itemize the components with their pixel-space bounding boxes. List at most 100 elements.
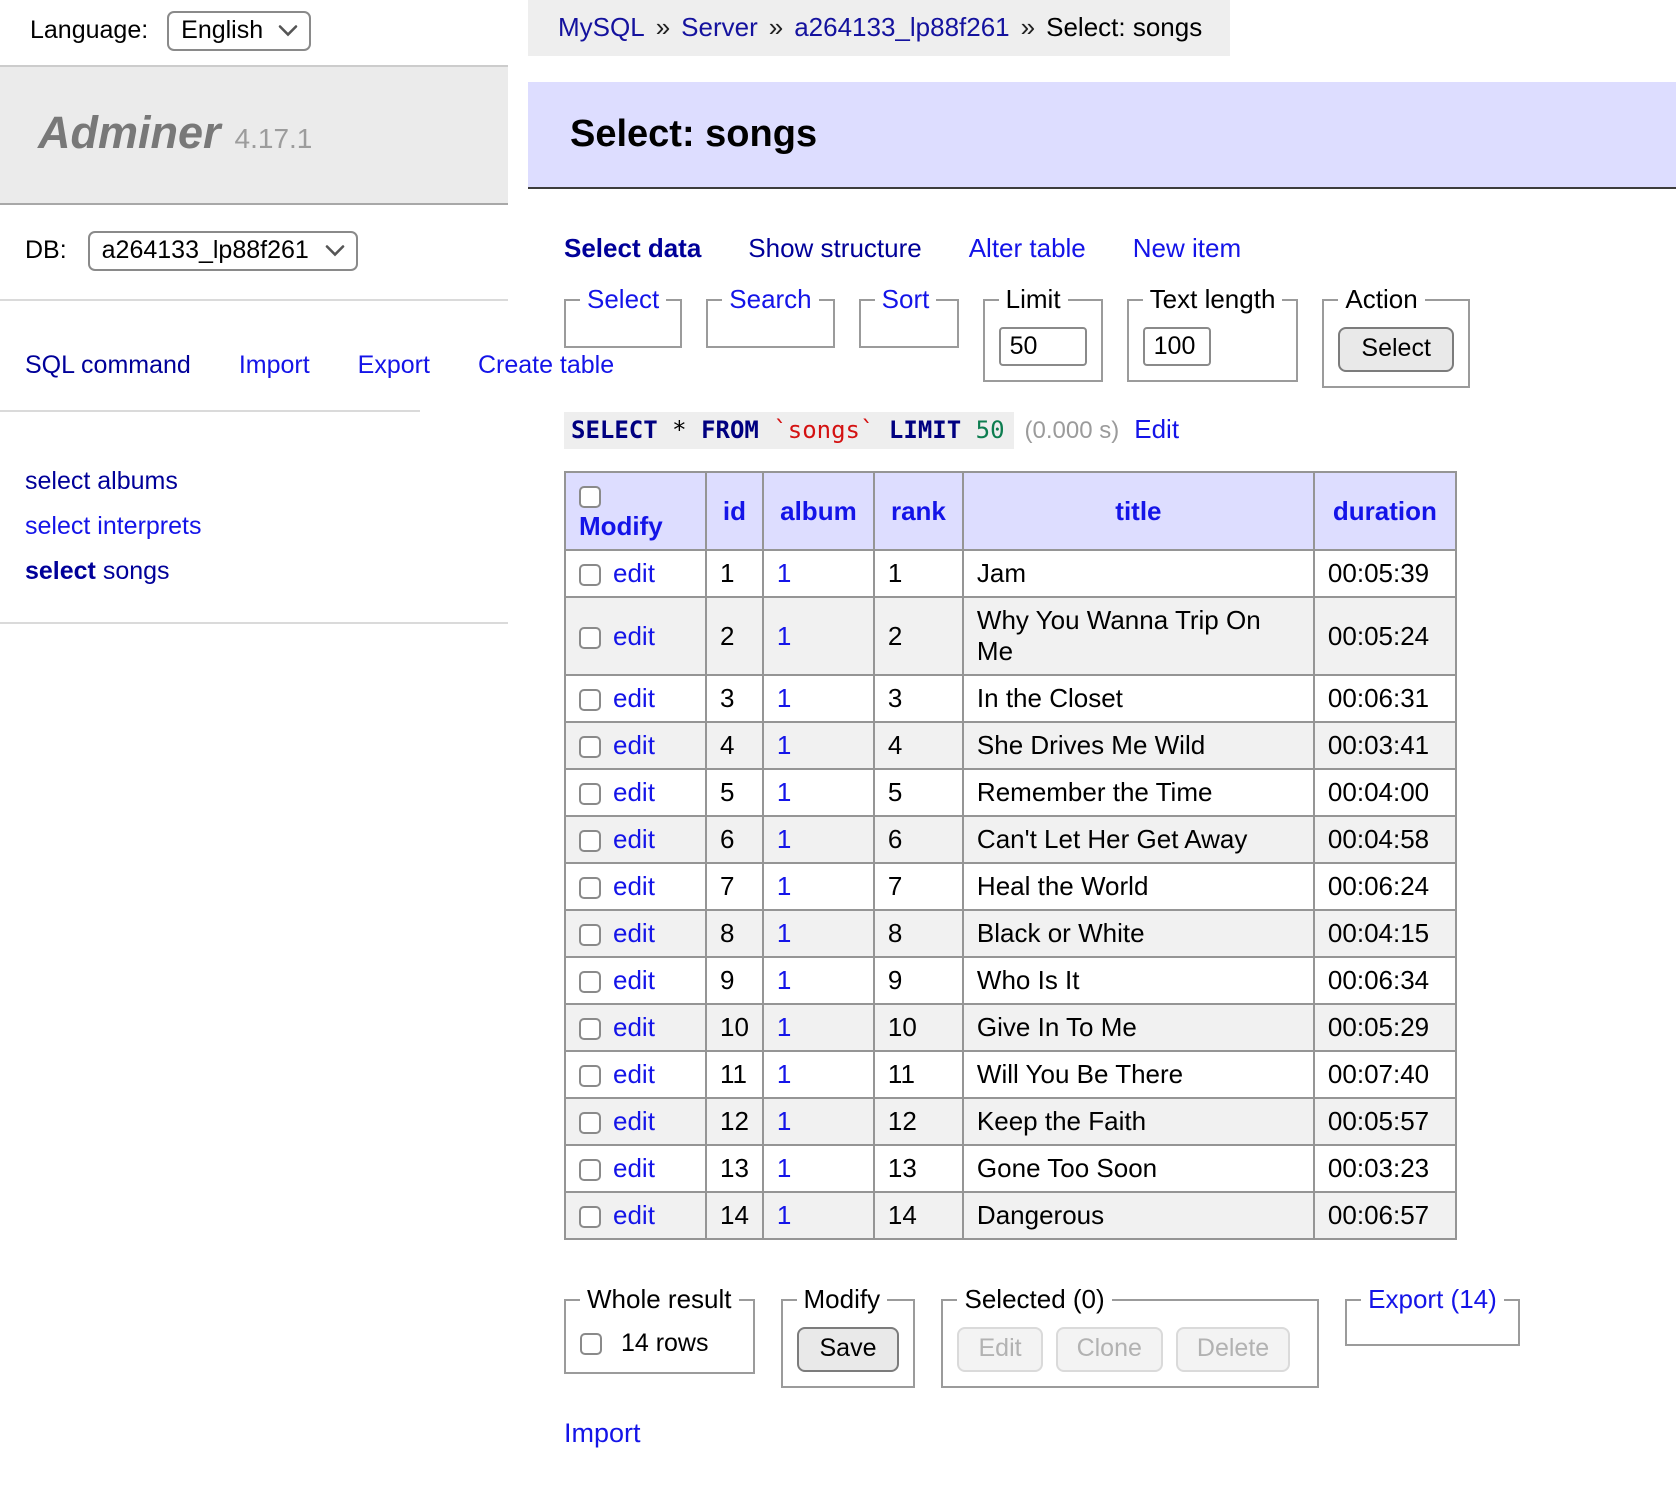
cell-title: Gone Too Soon <box>963 1145 1314 1192</box>
edit-row-link[interactable]: edit <box>613 730 655 760</box>
row-checkbox[interactable] <box>579 689 601 711</box>
save-button[interactable]: Save <box>797 1327 900 1372</box>
album-link[interactable]: 1 <box>777 777 791 807</box>
table-row: edit111Jam00:05:39 <box>565 550 1456 597</box>
row-checkbox[interactable] <box>579 564 601 586</box>
text-length-input[interactable] <box>1143 327 1211 366</box>
edit-row-link[interactable]: edit <box>613 1153 655 1183</box>
album-link[interactable]: 1 <box>777 1106 791 1136</box>
row-checkbox[interactable] <box>579 877 601 899</box>
select-submit-button[interactable]: Select <box>1338 327 1453 372</box>
modify-cell: edit <box>565 816 706 863</box>
cell-rank: 11 <box>874 1051 963 1098</box>
search-link[interactable]: Search <box>729 284 811 314</box>
row-checkbox[interactable] <box>579 1018 601 1040</box>
table-select-link-albums[interactable]: select <box>25 467 90 495</box>
edit-row-link[interactable]: edit <box>613 1106 655 1136</box>
album-link[interactable]: 1 <box>777 824 791 854</box>
album-link[interactable]: 1 <box>777 683 791 713</box>
table-name-link-interprets[interactable]: interprets <box>97 512 201 540</box>
table-select-link-songs[interactable]: select <box>25 557 96 585</box>
language-select[interactable]: English <box>167 11 311 51</box>
sort-by-id-link[interactable]: id <box>723 496 746 526</box>
cell-duration: 00:06:24 <box>1314 863 1456 910</box>
selected-clone-button[interactable]: Clone <box>1056 1327 1163 1372</box>
sort-by-album-link[interactable]: album <box>780 496 857 526</box>
limit-input[interactable] <box>999 327 1087 366</box>
row-checkbox[interactable] <box>579 924 601 946</box>
row-checkbox[interactable] <box>579 1159 601 1181</box>
edit-row-link[interactable]: edit <box>613 621 655 651</box>
cell-album: 1 <box>763 957 874 1004</box>
selected-edit-button[interactable]: Edit <box>957 1327 1042 1372</box>
edit-query-link[interactable]: Edit <box>1134 414 1179 444</box>
selected-delete-button[interactable]: Delete <box>1176 1327 1290 1372</box>
sort-by-title-link[interactable]: title <box>1115 496 1161 526</box>
modify-cell: edit <box>565 957 706 1004</box>
modify-header-cell: Modify <box>565 472 706 550</box>
cell-album: 1 <box>763 1145 874 1192</box>
edit-row-link[interactable]: edit <box>613 871 655 901</box>
select-all-checkbox[interactable] <box>579 486 601 508</box>
album-link[interactable]: 1 <box>777 1153 791 1183</box>
cell-id: 6 <box>706 816 763 863</box>
album-link[interactable]: 1 <box>777 730 791 760</box>
tab-show-structure[interactable]: Show structure <box>748 233 921 263</box>
modify-cell: edit <box>565 675 706 722</box>
album-link[interactable]: 1 <box>777 1059 791 1089</box>
row-checkbox[interactable] <box>579 627 601 649</box>
table-name-link-albums[interactable]: albums <box>97 467 178 495</box>
row-checkbox[interactable] <box>579 736 601 758</box>
column-header-duration: duration <box>1314 472 1456 550</box>
album-link[interactable]: 1 <box>777 965 791 995</box>
row-checkbox[interactable] <box>579 1206 601 1228</box>
sort-link[interactable]: Sort <box>882 284 930 314</box>
edit-row-link[interactable]: edit <box>613 558 655 588</box>
tab-select-data[interactable]: Select data <box>564 233 701 263</box>
edit-row-link[interactable]: edit <box>613 824 655 854</box>
modify-cell: edit <box>565 863 706 910</box>
edit-row-link[interactable]: edit <box>613 965 655 995</box>
album-link[interactable]: 1 <box>777 1012 791 1042</box>
edit-row-link[interactable]: edit <box>613 1200 655 1230</box>
cell-rank: 4 <box>874 722 963 769</box>
breadcrumb-server[interactable]: Server <box>681 12 758 42</box>
tab-new-item[interactable]: New item <box>1133 233 1241 263</box>
edit-row-link[interactable]: edit <box>613 683 655 713</box>
row-checkbox[interactable] <box>579 971 601 993</box>
row-checkbox[interactable] <box>579 830 601 852</box>
sort-by-duration-link[interactable]: duration <box>1333 496 1437 526</box>
album-link[interactable]: 1 <box>777 1200 791 1230</box>
album-link[interactable]: 1 <box>777 558 791 588</box>
sidebar-link-export[interactable]: Export <box>358 351 430 379</box>
album-link[interactable]: 1 <box>777 621 791 651</box>
album-link[interactable]: 1 <box>777 871 791 901</box>
table-name-link-songs[interactable]: songs <box>103 557 170 585</box>
db-select[interactable]: a264133_lp88f261 <box>88 231 358 271</box>
import-link[interactable]: Import <box>564 1418 641 1449</box>
cell-duration: 00:05:29 <box>1314 1004 1456 1051</box>
modify-fieldset: Modify Save <box>781 1284 916 1388</box>
modify-cell: edit <box>565 597 706 675</box>
edit-row-link[interactable]: edit <box>613 1059 655 1089</box>
modify-header-link[interactable]: Modify <box>579 511 663 541</box>
breadcrumb-mysql[interactable]: MySQL <box>558 12 645 42</box>
edit-row-link[interactable]: edit <box>613 918 655 948</box>
sidebar-link-import[interactable]: Import <box>239 351 310 379</box>
cell-rank: 7 <box>874 863 963 910</box>
sort-by-rank-link[interactable]: rank <box>891 496 946 526</box>
select-columns-link[interactable]: Select <box>587 284 659 314</box>
table-select-link-interprets[interactable]: select <box>25 512 90 540</box>
edit-row-link[interactable]: edit <box>613 777 655 807</box>
breadcrumb-a264133-lp88f261[interactable]: a264133_lp88f261 <box>794 12 1009 42</box>
whole-result-checkbox[interactable] <box>580 1333 602 1355</box>
row-checkbox[interactable] <box>579 783 601 805</box>
album-link[interactable]: 1 <box>777 918 791 948</box>
tab-alter-table[interactable]: Alter table <box>969 233 1086 263</box>
language-label: Language: <box>30 16 148 44</box>
row-checkbox[interactable] <box>579 1112 601 1134</box>
edit-row-link[interactable]: edit <box>613 1012 655 1042</box>
row-checkbox[interactable] <box>579 1065 601 1087</box>
export-link[interactable]: Export (14) <box>1368 1284 1497 1314</box>
sidebar-link-sql-command[interactable]: SQL command <box>25 351 191 379</box>
